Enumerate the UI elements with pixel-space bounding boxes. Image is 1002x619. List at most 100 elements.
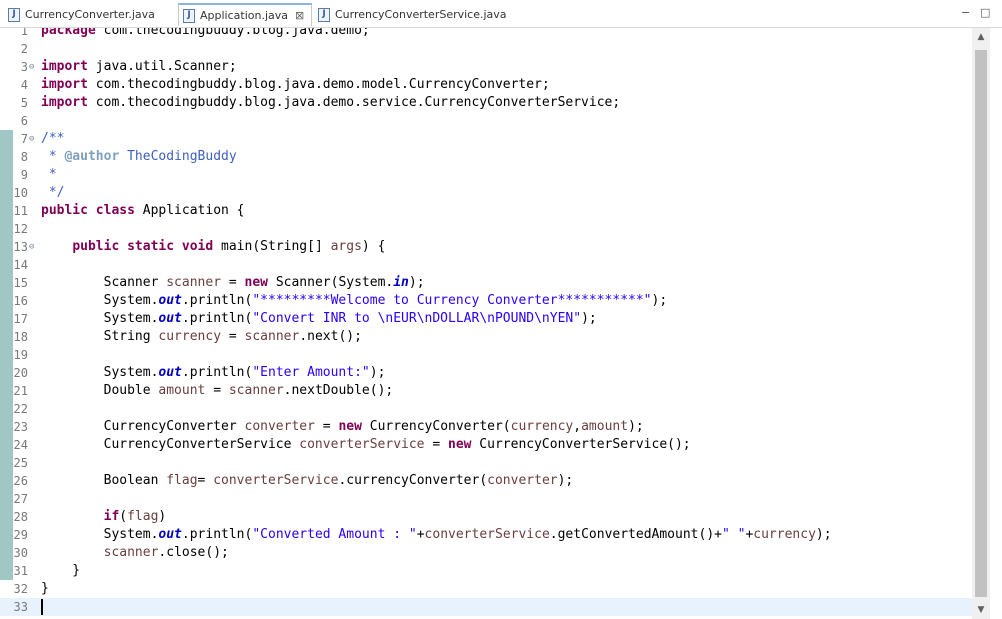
- code-line[interactable]: 6: [0, 112, 972, 130]
- close-tab-icon[interactable]: ⊠: [295, 9, 304, 22]
- code-token: in: [393, 275, 409, 290]
- code-token: converterService: [424, 527, 550, 542]
- code-line[interactable]: 11 public class Application {: [0, 202, 972, 220]
- gutter: 13 ⊖: [0, 238, 40, 256]
- fold-toggle-icon[interactable]: ⊖: [29, 238, 34, 256]
- maximize-button[interactable]: □: [980, 6, 990, 19]
- code-line[interactable]: 9 *: [0, 166, 972, 184]
- code-line[interactable]: 17 System.out.println("Convert INR to \n…: [0, 310, 972, 328]
- code-token: ) {: [361, 239, 386, 254]
- code-token: );: [651, 293, 668, 308]
- code-token: amount: [158, 383, 206, 398]
- code-token: scanner: [228, 383, 284, 398]
- code-line[interactable]: 27: [0, 490, 972, 508]
- gutter: 14: [0, 256, 40, 274]
- code-line[interactable]: 21 Double amount = scanner.nextDouble();: [0, 382, 972, 400]
- line-number: 28: [13, 510, 28, 524]
- code-line[interactable]: 19: [0, 346, 972, 364]
- code-line[interactable]: 14: [0, 256, 972, 274]
- tab-currency-converter[interactable]: J CurrencyConverter.java: [4, 3, 176, 26]
- line-number: 7: [20, 132, 28, 146]
- line-number: 5: [20, 96, 28, 110]
- code-text: if(flag): [41, 508, 167, 526]
- code-line[interactable]: 24 CurrencyConverterService converterSer…: [0, 436, 972, 454]
- fold-toggle-icon[interactable]: ⊖: [29, 58, 34, 76]
- gutter: 28: [0, 508, 40, 526]
- line-number: 17: [13, 312, 28, 326]
- code-line[interactable]: 1 package com.thecodingbuddy.blog.java.de…: [0, 28, 972, 40]
- fold-toggle-icon[interactable]: ⊖: [29, 130, 34, 148]
- line-number: 15: [13, 276, 28, 290]
- code-token: .println(: [181, 527, 253, 542]
- gutter: 4: [0, 76, 40, 94]
- code-line[interactable]: 12: [0, 220, 972, 238]
- code-token: CurrencyConverter: [41, 419, 245, 434]
- code-line[interactable]: 29 System.out.println("Converted Amount …: [0, 526, 972, 544]
- code-token: *: [41, 149, 65, 164]
- gutter: 12: [0, 220, 40, 238]
- scroll-up-arrow-icon[interactable]: ▲: [972, 28, 990, 46]
- code-token: }: [41, 563, 81, 578]
- vertical-scrollbar[interactable]: ▲ ▼: [972, 28, 990, 619]
- gutter: 8: [0, 148, 40, 166]
- code-editor[interactable]: 1 package com.thecodingbuddy.blog.java.de…: [0, 28, 972, 619]
- tab-currency-converter-service[interactable]: J CurrencyConverterService.java: [314, 3, 514, 26]
- code-token: );: [815, 527, 832, 542]
- scrollbar-thumb[interactable]: [975, 50, 987, 597]
- code-line[interactable]: 22: [0, 400, 972, 418]
- code-token: .next();: [299, 329, 362, 344]
- code-line[interactable]: 15 Scanner scanner = new Scanner(System.…: [0, 274, 972, 292]
- code-token: scanner: [166, 275, 222, 290]
- code-line[interactable]: 2: [0, 40, 972, 58]
- code-line[interactable]: 18 String currency = scanner.next();: [0, 328, 972, 346]
- code-line[interactable]: 26 Boolean flag= converterService.curren…: [0, 472, 972, 490]
- code-text: public class Application {: [41, 202, 245, 220]
- code-line[interactable]: 7 ⊖/**: [0, 130, 972, 148]
- tab-application[interactable]: J Application.java ⊠: [178, 3, 312, 26]
- code-token: if: [103, 509, 120, 524]
- code-token: @author: [64, 149, 120, 164]
- line-number: 30: [13, 546, 28, 560]
- code-text: *: [41, 166, 57, 184]
- gutter: 7 ⊖: [0, 130, 40, 148]
- code-line[interactable]: 5 import com.thecodingbuddy.blog.java.dem…: [0, 94, 972, 112]
- code-line[interactable]: 33: [0, 598, 972, 616]
- code-line[interactable]: 10 */: [0, 184, 972, 202]
- java-file-icon: J: [318, 7, 330, 22]
- code-token: flag: [166, 473, 198, 488]
- code-line[interactable]: 13 ⊖ public static void main(String[] arg…: [0, 238, 972, 256]
- gutter: 23: [0, 418, 40, 436]
- gutter: 21: [0, 382, 40, 400]
- code-line[interactable]: 31 }: [0, 562, 972, 580]
- code-line[interactable]: 23 CurrencyConverter converter = new Cur…: [0, 418, 972, 436]
- gutter: 32: [0, 580, 40, 598]
- code-token: );: [628, 419, 644, 434]
- code-line[interactable]: 4 import com.thecodingbuddy.blog.java.dem…: [0, 76, 972, 94]
- code-text: import java.util.Scanner;: [41, 58, 237, 76]
- code-token: );: [408, 275, 425, 290]
- code-line[interactable]: 25: [0, 454, 972, 472]
- code-token: .nextDouble();: [283, 383, 394, 398]
- code-token: */: [41, 185, 65, 200]
- code-line[interactable]: 8 * @author TheCodingBuddy: [0, 148, 972, 166]
- code-text: Scanner scanner = new Scanner(System.in)…: [41, 274, 425, 292]
- code-line[interactable]: 32}: [0, 580, 972, 598]
- code-line[interactable]: 3 ⊖ import java.util.Scanner;: [0, 58, 972, 76]
- code-token: Scanner: [41, 275, 167, 290]
- code-text: package com.thecodingbuddy.blog.java.dem…: [41, 28, 370, 40]
- minimize-button[interactable]: −: [961, 6, 970, 19]
- code-line[interactable]: 20 System.out.println("Enter Amount:");: [0, 364, 972, 382]
- code-token: );: [369, 365, 386, 380]
- line-number: 32: [13, 582, 28, 596]
- code-text: import com.thecodingbuddy.blog.java.demo…: [41, 76, 550, 94]
- line-number: 21: [13, 384, 28, 398]
- code-text: CurrencyConverter converter = new Curren…: [41, 418, 644, 436]
- code-line[interactable]: 16 System.out.println("*********Welcome …: [0, 292, 972, 310]
- scroll-down-arrow-icon[interactable]: ▼: [972, 601, 990, 619]
- code-line[interactable]: 28 if(flag): [0, 508, 972, 526]
- code-line[interactable]: 30 scanner.close();: [0, 544, 972, 562]
- line-number: 20: [13, 366, 28, 380]
- code-token: ,: [573, 419, 582, 434]
